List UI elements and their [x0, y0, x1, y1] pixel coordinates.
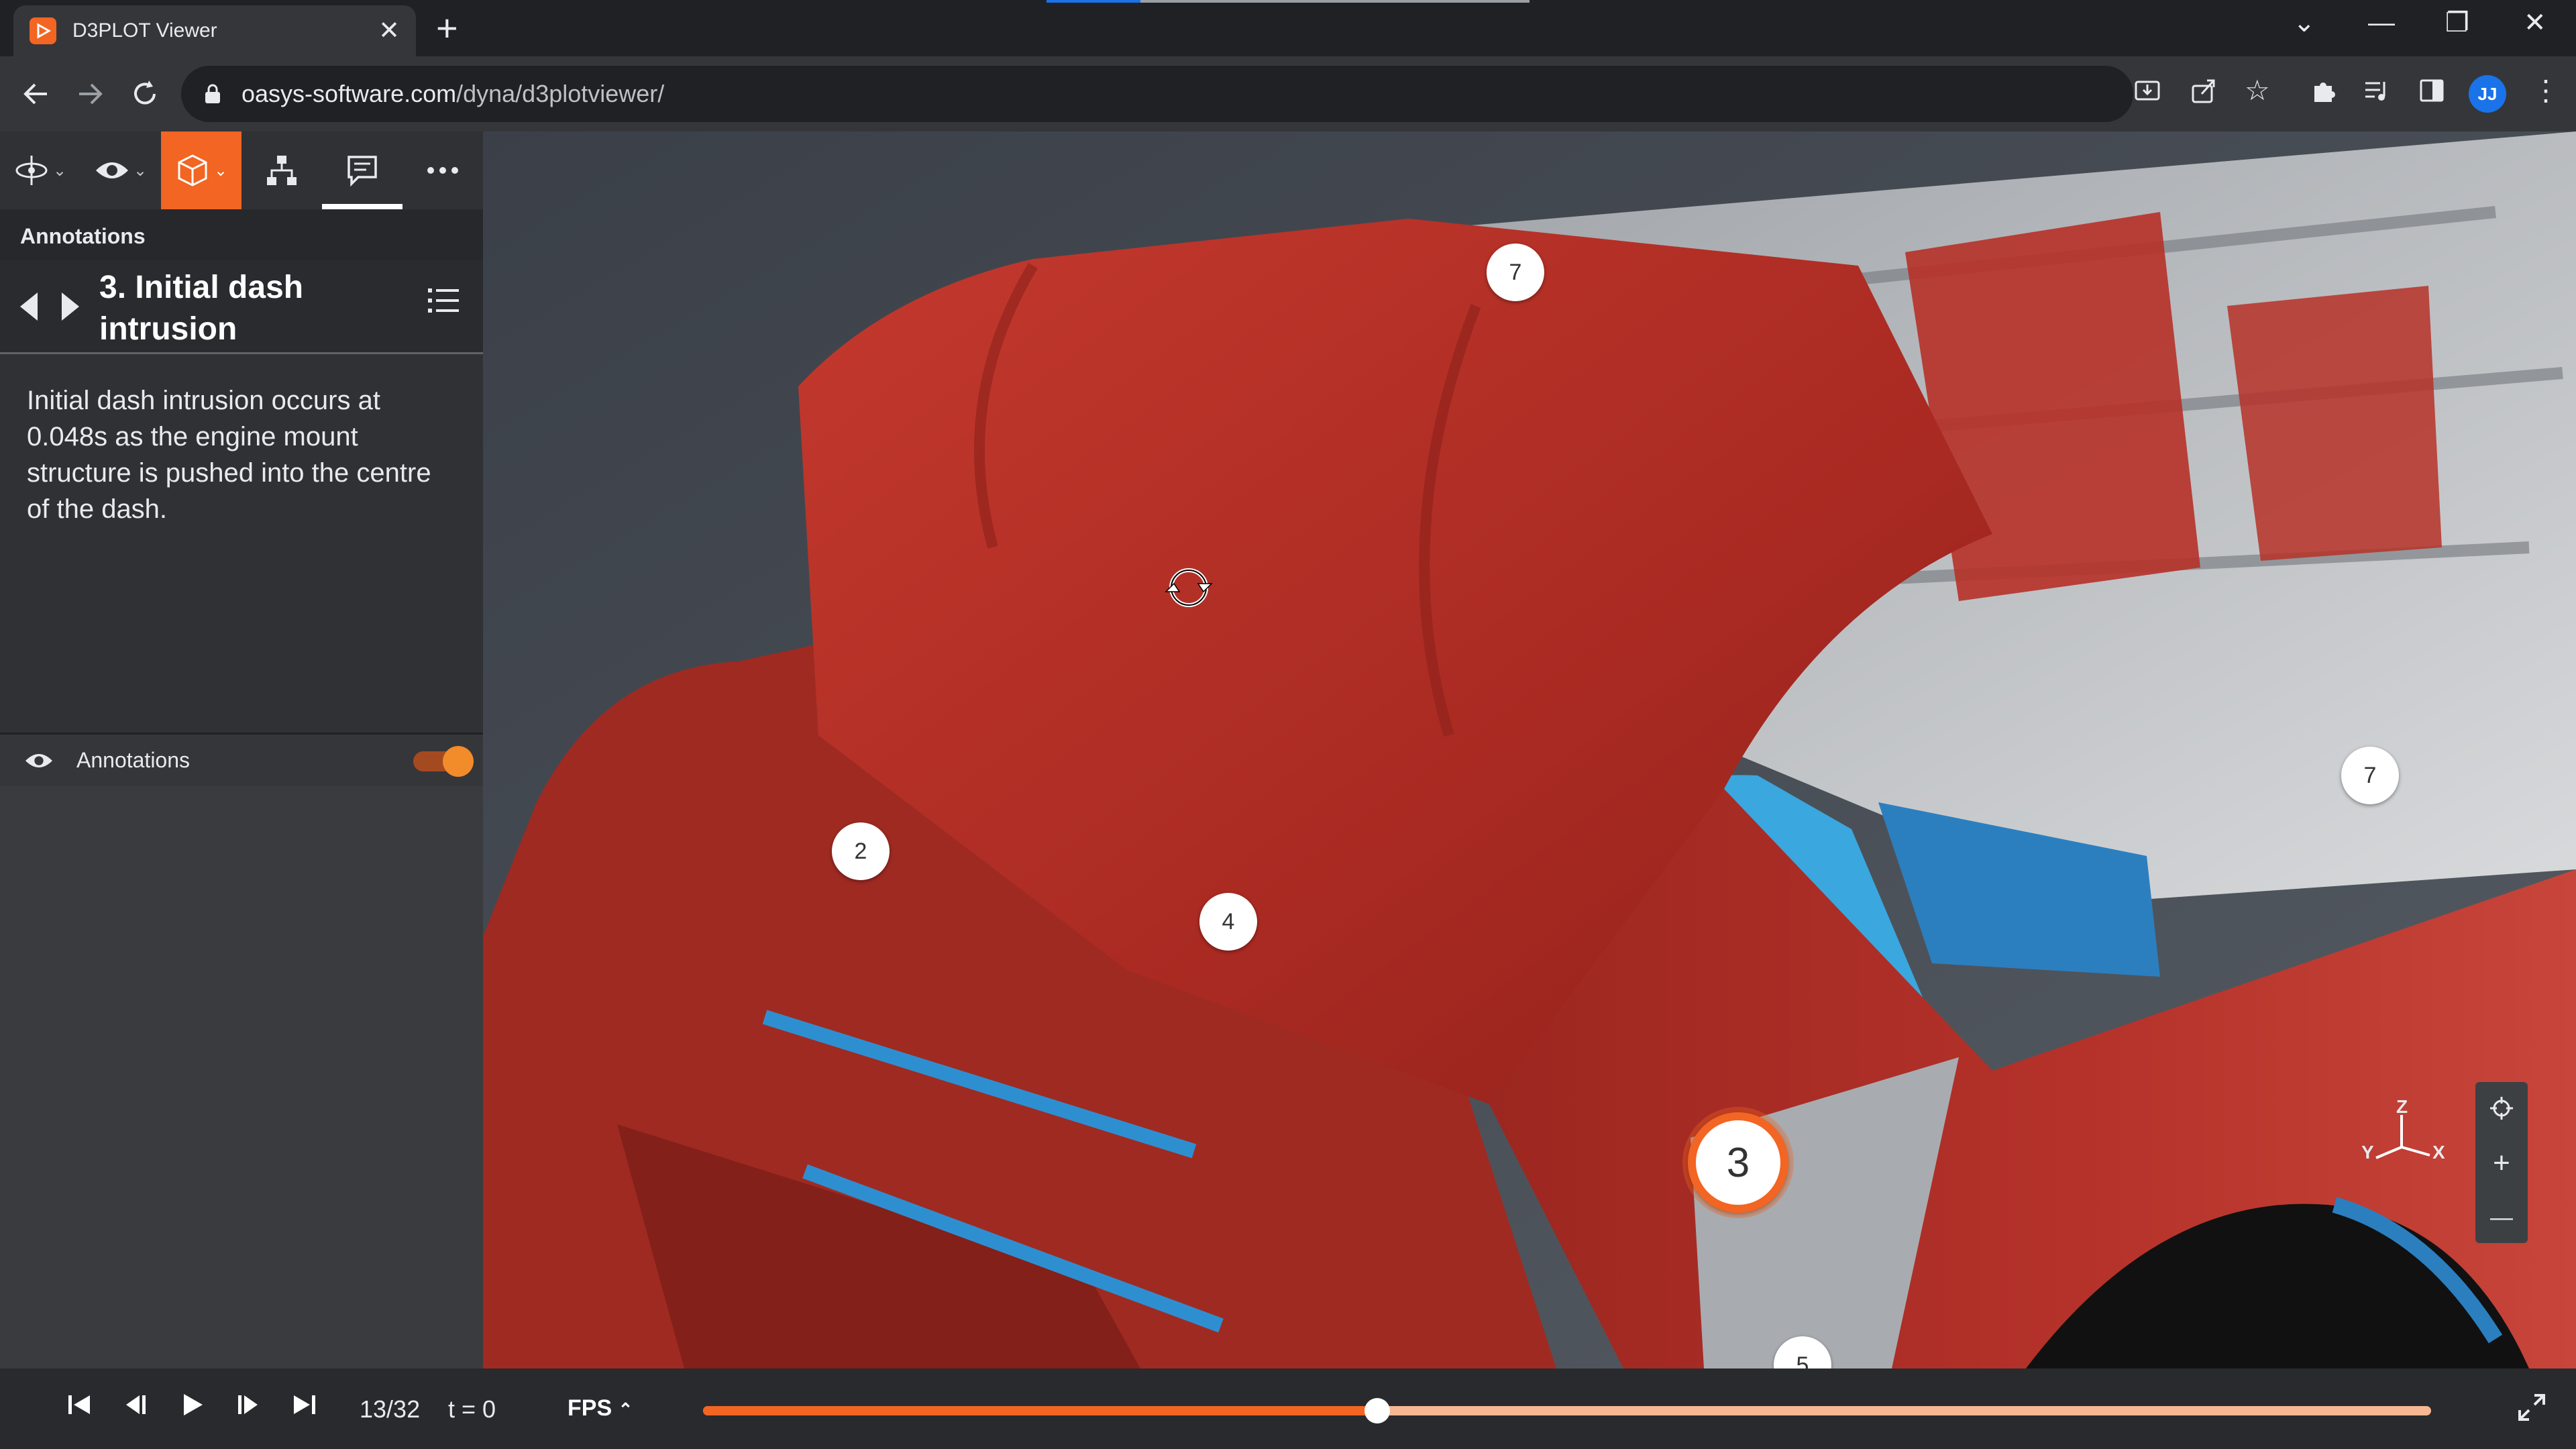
- more-options-button[interactable]: [402, 131, 483, 209]
- browser-menu-icon[interactable]: ⋮: [2532, 76, 2560, 105]
- recenter-crosshair-icon[interactable]: [2488, 1095, 2515, 1122]
- eye-icon: [25, 753, 52, 767]
- fps-menu-button[interactable]: FPS ⌃: [568, 1395, 633, 1421]
- chevron-down-icon: ⌄: [213, 161, 228, 180]
- parts-tool-button[interactable]: ⌄: [161, 131, 241, 209]
- chevron-up-icon: ⌃: [618, 1399, 633, 1419]
- hierarchy-tool-button[interactable]: [241, 131, 322, 209]
- chevron-down-icon: ⌄: [52, 161, 67, 180]
- skip-to-end-icon[interactable]: [291, 1391, 318, 1418]
- loading-indicator: [1046, 0, 1140, 3]
- chevron-down-icon: ⌄: [133, 161, 148, 180]
- url-text: oasys-software.com/dyna/d3plotviewer/: [241, 80, 665, 107]
- restore-button[interactable]: ❐: [2445, 9, 2469, 36]
- more-horizontal-icon: [427, 167, 458, 174]
- orbit-tool-button[interactable]: ⌄: [0, 131, 80, 209]
- eye-icon: [95, 162, 128, 178]
- browser-tab-strip: D3PLOT Viewer ✕ + ⌄ — ❐ ✕: [0, 0, 2576, 56]
- extensions-puzzle-icon[interactable]: [2309, 76, 2337, 105]
- hierarchy-tree-icon: [267, 156, 297, 185]
- next-annotation-icon[interactable]: [59, 291, 82, 322]
- zoom-controls: + —: [2475, 1082, 2528, 1243]
- side-panel-icon[interactable]: [2418, 76, 2446, 105]
- lock-icon: [205, 84, 220, 103]
- timeline-progress: [703, 1406, 1377, 1415]
- tab-close-icon[interactable]: ✕: [378, 18, 400, 44]
- panel-toolbar: ⌄ ⌄ ⌄: [0, 131, 483, 209]
- annotation-description: Initial dash intrusion occurs at 0.048s …: [0, 354, 483, 733]
- bookmark-star-icon[interactable]: ☆: [2245, 76, 2270, 105]
- close-window-button[interactable]: ✕: [2524, 9, 2546, 36]
- new-tab-button[interactable]: +: [436, 9, 458, 47]
- reload-icon[interactable]: [129, 78, 161, 110]
- zoom-out-button[interactable]: —: [2490, 1205, 2513, 1231]
- step-forward-icon[interactable]: [235, 1391, 262, 1418]
- d3plot-favicon-icon: [30, 17, 56, 44]
- forward-icon[interactable]: [74, 78, 106, 110]
- timeline-scrubber-handle[interactable]: [1364, 1398, 1390, 1424]
- annotations-tool-button[interactable]: [322, 131, 402, 209]
- orbit-icon: [15, 156, 48, 185]
- profile-avatar[interactable]: JJ: [2469, 75, 2506, 113]
- annotation-marker-3-active[interactable]: 3: [1688, 1112, 1788, 1213]
- annotation-navigator: 3. Initial dash intrusion: [0, 260, 483, 354]
- browser-toolbar: oasys-software.com/dyna/d3plotviewer/ ☆ …: [0, 56, 2576, 131]
- annotation-list-icon[interactable]: [427, 286, 460, 315]
- annotations-toggle-switch[interactable]: [413, 745, 475, 777]
- frame-counter: 13/32: [360, 1395, 421, 1423]
- tab-search-chevron-icon[interactable]: ⌄: [2293, 9, 2316, 36]
- axis-x-label: X: [2432, 1142, 2445, 1163]
- annotation-title: 3. Initial dash intrusion: [99, 270, 304, 347]
- comment-icon: [347, 156, 377, 187]
- panel-empty-area: [0, 786, 483, 1368]
- play-icon[interactable]: [178, 1391, 205, 1418]
- browser-tab[interactable]: D3PLOT Viewer ✕: [13, 5, 416, 56]
- annotation-side-panel: ⌄ ⌄ ⌄ Annotations 3. Initial dash intrus…: [0, 131, 483, 1368]
- share-icon[interactable]: [2190, 76, 2218, 105]
- playback-controls: 13/32 t = 0 FPS ⌃: [0, 1368, 2576, 1449]
- model-viewport[interactable]: 7 7 2 4 3 5 Z Y X + —: [483, 131, 2576, 1368]
- annotations-toggle-label: Annotations: [76, 748, 191, 772]
- axis-y-label: Y: [2361, 1142, 2374, 1163]
- fullscreen-icon[interactable]: [2517, 1393, 2546, 1422]
- annotation-marker-7[interactable]: 7: [1487, 244, 1544, 301]
- annotation-marker-4[interactable]: 4: [1199, 893, 1257, 951]
- address-bar[interactable]: oasys-software.com/dyna/d3plotviewer/: [181, 66, 2133, 122]
- visibility-tool-button[interactable]: ⌄: [80, 131, 161, 209]
- media-queue-icon[interactable]: [2363, 76, 2391, 105]
- cube-icon: [178, 154, 207, 186]
- annotation-marker-7[interactable]: 7: [2341, 747, 2399, 804]
- skip-to-start-icon[interactable]: [66, 1391, 93, 1418]
- tab-title: D3PLOT Viewer: [72, 19, 217, 42]
- annotations-visibility-row: Annotations: [0, 733, 483, 786]
- zoom-in-button[interactable]: +: [2493, 1146, 2510, 1180]
- panel-title: Annotations: [0, 209, 483, 260]
- install-app-icon[interactable]: [2133, 76, 2161, 105]
- previous-annotation-icon[interactable]: [17, 291, 40, 322]
- axis-z-label: Z: [2396, 1096, 2408, 1117]
- axis-triad: Z Y X: [2355, 1096, 2449, 1174]
- minimize-button[interactable]: —: [2368, 9, 2395, 36]
- step-back-icon[interactable]: [122, 1391, 149, 1418]
- back-icon[interactable]: [20, 78, 52, 110]
- loading-indicator-track: [1140, 0, 1529, 3]
- time-readout: t = 0: [448, 1395, 496, 1423]
- crash-model-render: [483, 131, 2576, 1368]
- annotation-marker-2[interactable]: 2: [832, 822, 890, 880]
